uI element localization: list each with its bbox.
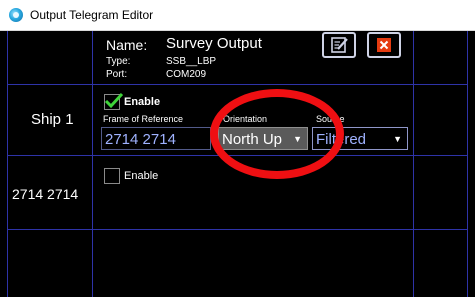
window-title: Output Telegram Editor [30, 8, 154, 22]
source-dropdown[interactable]: Filtered ▼ [312, 127, 408, 150]
frame-of-reference-value: 2714 2714 [105, 131, 176, 148]
port-value: COM209 [166, 69, 207, 80]
chevron-down-icon: ▼ [393, 134, 402, 144]
orientation-dropdown[interactable]: North Up ▼ [218, 127, 308, 150]
row-label: Ship 1 [31, 111, 74, 128]
grid-line [7, 155, 468, 156]
grid-line [7, 84, 468, 85]
orientation-value: North Up [222, 131, 283, 148]
checkmark-icon [104, 92, 124, 109]
enable-checkbox[interactable] [104, 168, 120, 184]
grid-line [467, 31, 468, 297]
grid-line [92, 31, 93, 297]
edit-button[interactable] [322, 32, 356, 58]
name-label: Name: [106, 37, 148, 53]
enable-checkbox[interactable] [104, 92, 124, 110]
chevron-down-icon: ▼ [293, 134, 302, 144]
source-value: Filtered [316, 131, 367, 148]
grid-line [413, 31, 414, 297]
frame-of-reference-label: Frame of Reference [103, 114, 184, 124]
enable-label: Enable [124, 96, 161, 108]
delete-button[interactable] [367, 32, 401, 58]
source-label: Source [316, 114, 345, 124]
grid-line [7, 229, 468, 230]
app-icon [9, 8, 23, 22]
port-label: Port: [106, 69, 128, 80]
name-value: Survey Output [166, 35, 262, 52]
telegram-editor-panel: Name: Survey Output Type: SSB__LBP Port:… [0, 31, 475, 297]
type-label: Type: [106, 56, 131, 67]
frame-of-reference-dropdown[interactable]: 2714 2714 [101, 127, 211, 150]
edit-icon [331, 37, 348, 53]
grid-line [7, 31, 8, 297]
window-titlebar[interactable]: Output Telegram Editor [0, 0, 475, 31]
row-label: 2714 2714 [12, 186, 79, 202]
orientation-label: Orientation [223, 114, 268, 124]
enable-label: Enable [124, 170, 159, 182]
delete-icon [377, 38, 391, 52]
type-value: SSB__LBP [166, 56, 217, 67]
